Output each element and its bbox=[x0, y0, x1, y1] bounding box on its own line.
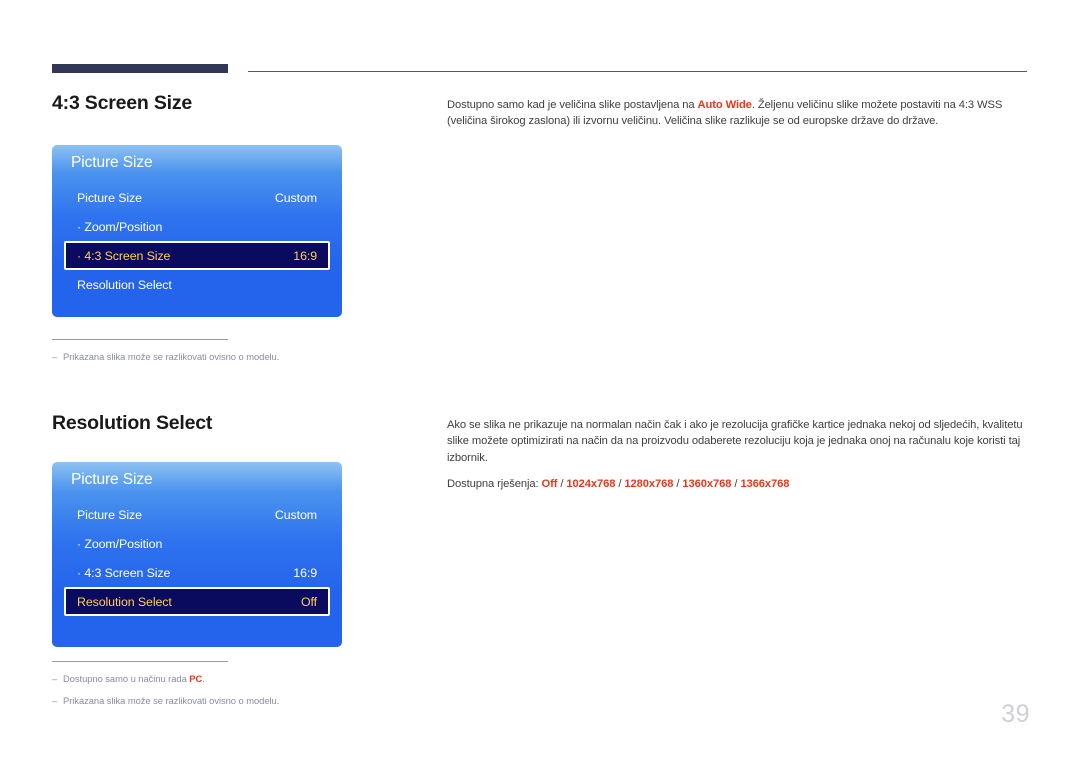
header-rule-thin bbox=[248, 71, 1027, 72]
osd-row-4-3-screen-size[interactable]: · 4:3 Screen Size 16:9 bbox=[64, 558, 330, 587]
osd-row-label: · Zoom/Position bbox=[77, 536, 163, 551]
osd-panel-picture-size-2: Picture Size Picture Size Custom · Zoom/… bbox=[52, 462, 342, 647]
osd-row-label: · 4:3 Screen Size bbox=[77, 565, 171, 580]
footnote-text: Prikazana slika može se razlikovati ovis… bbox=[63, 351, 280, 362]
page-number: 39 bbox=[1001, 700, 1030, 728]
osd-row-picture-size[interactable]: Picture Size Custom bbox=[64, 183, 330, 212]
osd-row-value: 16:9 bbox=[293, 248, 317, 263]
osd-row-value: Custom bbox=[274, 190, 317, 205]
footnote-item: – Prikazana slika može se razlikovati ovi… bbox=[52, 694, 279, 707]
footnote-dash-icon: – bbox=[52, 695, 58, 706]
section-1-paragraph-1: Dostupno samo kad je veličina slike post… bbox=[447, 99, 1003, 128]
osd-row-resolution-select[interactable]: Resolution Select bbox=[64, 270, 330, 299]
osd-row-label: · 4:3 Screen Size bbox=[77, 248, 171, 263]
osd-row-label: Picture Size bbox=[77, 507, 142, 522]
osd-title: Picture Size bbox=[71, 154, 153, 171]
footnote-divider bbox=[52, 339, 228, 340]
osd-row-value: 16:9 bbox=[293, 565, 317, 580]
osd-row-label: Resolution Select bbox=[77, 277, 172, 292]
osd-title: Picture Size bbox=[71, 471, 153, 488]
osd-row-label: · Zoom/Position bbox=[77, 219, 163, 234]
page-title-4-3-screen-size: 4:3 Screen Size bbox=[52, 92, 193, 114]
page-title-resolution-select: Resolution Select bbox=[52, 412, 213, 434]
header-rule-thick bbox=[52, 64, 228, 73]
osd-row-list: Picture Size Custom · Zoom/Position · 4:… bbox=[52, 500, 342, 616]
section-2-paragraph-1: Ako se slika ne prikazuje na normalan na… bbox=[447, 419, 1023, 464]
footnote-dash-icon: – bbox=[52, 673, 58, 684]
osd-row-list: Picture Size Custom · Zoom/Position · 4:… bbox=[52, 183, 342, 299]
osd-panel-picture-size-1: Picture Size Picture Size Custom · Zoom/… bbox=[52, 145, 342, 317]
section-2-description: Ako se slika ne prikazuje na normalan na… bbox=[447, 417, 1027, 493]
footnotes-section-2: – Dostupno samo u načinu rada PC. – Prikaz… bbox=[52, 661, 279, 716]
footnote-text: Dostupno samo u načinu rada PC. bbox=[63, 673, 205, 684]
footnote-dash-icon: – bbox=[52, 351, 58, 362]
osd-row-zoom-position[interactable]: · Zoom/Position bbox=[64, 529, 330, 558]
osd-row-zoom-position[interactable]: · Zoom/Position bbox=[64, 212, 330, 241]
osd-row-resolution-select[interactable]: Resolution Select Off bbox=[64, 587, 330, 616]
osd-row-label: Resolution Select bbox=[77, 594, 172, 609]
footnote-divider bbox=[52, 661, 228, 662]
footnote-item: – Dostupno samo u načinu rada PC. bbox=[52, 672, 279, 685]
footnote-item: – Prikazana slika može se razlikovati ovi… bbox=[52, 350, 279, 363]
osd-row-picture-size[interactable]: Picture Size Custom bbox=[64, 500, 330, 529]
section-1-description: Dostupno samo kad je veličina slike post… bbox=[447, 97, 1027, 130]
section-2-available-resolutions: Dostupna rješenja: Off / 1024x768 / 1280… bbox=[447, 478, 790, 491]
osd-row-4-3-screen-size[interactable]: · 4:3 Screen Size 16:9 bbox=[64, 241, 330, 270]
osd-row-value: Custom bbox=[274, 507, 317, 522]
osd-row-label: Picture Size bbox=[77, 190, 142, 205]
header-rule bbox=[52, 64, 1027, 74]
osd-row-value: Off bbox=[301, 594, 317, 609]
footnotes-section-1: – Prikazana slika može se razlikovati ovi… bbox=[52, 339, 279, 372]
footnote-text: Prikazana slika može se razlikovati ovis… bbox=[63, 695, 280, 706]
